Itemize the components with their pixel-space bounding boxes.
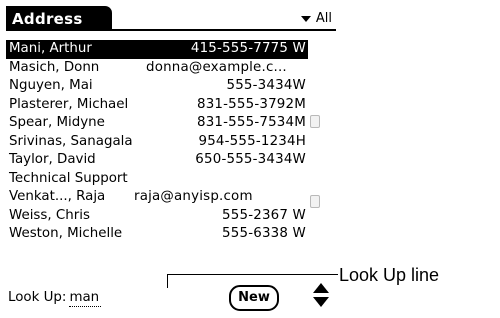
list-item[interactable]: Srivinas, Sanagala 954-555-1234H bbox=[6, 133, 308, 152]
lookup-input[interactable]: man bbox=[69, 289, 102, 307]
contact-phone: 555-6338 W bbox=[222, 226, 306, 241]
contact-phone: 831-555-7534M bbox=[196, 115, 306, 130]
list-item[interactable]: Plasterer, Michael 831-555-3792M bbox=[6, 96, 308, 115]
contact-phone: 555-2367 W bbox=[222, 207, 306, 223]
list-item[interactable]: Taylor, David 650-555-3434W bbox=[6, 151, 308, 170]
list-item[interactable]: Masich, Donn donna@example.c... bbox=[6, 59, 308, 78]
contact-email: donna@example.c... bbox=[146, 59, 287, 75]
contact-name: Spear, Midyne bbox=[9, 115, 105, 130]
scroll-down-icon[interactable] bbox=[313, 297, 329, 307]
contact-name: Weston, Michelle bbox=[9, 226, 123, 241]
scroll-arrows-icon[interactable] bbox=[313, 282, 329, 310]
contact-phone: 650-555-3434W bbox=[195, 152, 306, 167]
title-rule bbox=[6, 29, 336, 31]
list-item[interactable]: Spear, Midyne 831-555-7534M bbox=[6, 114, 308, 133]
scroll-up-marker-icon[interactable] bbox=[310, 115, 320, 128]
new-button[interactable]: New bbox=[229, 285, 279, 311]
dropdown-triangle-icon bbox=[300, 16, 311, 22]
list-item[interactable]: Technical Support bbox=[6, 170, 308, 189]
contact-phone: 555-3434W bbox=[226, 78, 306, 93]
callout-leader bbox=[167, 274, 168, 288]
contact-phone: 831-555-3792M bbox=[196, 96, 306, 112]
contact-name: Venkat..., Raja bbox=[9, 189, 106, 204]
list-item[interactable]: Weston, Michelle 555-6338 W bbox=[6, 225, 308, 244]
lookup-line: Look Up: man bbox=[8, 288, 102, 308]
scroll-down-marker-icon[interactable] bbox=[310, 195, 320, 208]
app-title: Address bbox=[12, 10, 83, 28]
category-picker[interactable]: All bbox=[300, 9, 332, 29]
list-item[interactable]: Mani, Arthur 415-555-7775 W bbox=[6, 40, 308, 59]
contact-name: Masich, Donn bbox=[9, 59, 100, 75]
contact-name: Nguyen, Mai bbox=[9, 78, 93, 93]
contact-name: Mani, Arthur bbox=[9, 41, 92, 56]
contact-list: Mani, Arthur 415-555-7775 W Masich, Donn… bbox=[6, 40, 308, 244]
contact-phone: 954-555-1234H bbox=[198, 133, 306, 149]
contact-name: Srivinas, Sanagala bbox=[9, 133, 133, 149]
category-label: All bbox=[315, 11, 332, 26]
contact-name: Weiss, Chris bbox=[9, 207, 90, 223]
contact-email: raja@anyisp.com bbox=[134, 189, 253, 204]
address-app: Address All Mani, Arthur 415-555-7775 W … bbox=[0, 0, 344, 318]
list-item[interactable]: Nguyen, Mai 555-3434W bbox=[6, 77, 308, 96]
contact-name: Taylor, David bbox=[9, 152, 96, 167]
callout-leader bbox=[167, 274, 338, 275]
callout-label: Look Up line bbox=[339, 265, 440, 285]
lookup-label: Look Up: bbox=[8, 290, 67, 305]
contact-phone: 415-555-7775 W bbox=[190, 41, 306, 56]
contact-name: Technical Support bbox=[9, 170, 128, 186]
list-item[interactable]: Venkat..., Raja raja@anyisp.com bbox=[6, 188, 308, 207]
scroll-up-icon[interactable] bbox=[313, 283, 329, 293]
contact-name: Plasterer, Michael bbox=[9, 96, 129, 112]
list-item[interactable]: Weiss, Chris 555-2367 W bbox=[6, 207, 308, 226]
